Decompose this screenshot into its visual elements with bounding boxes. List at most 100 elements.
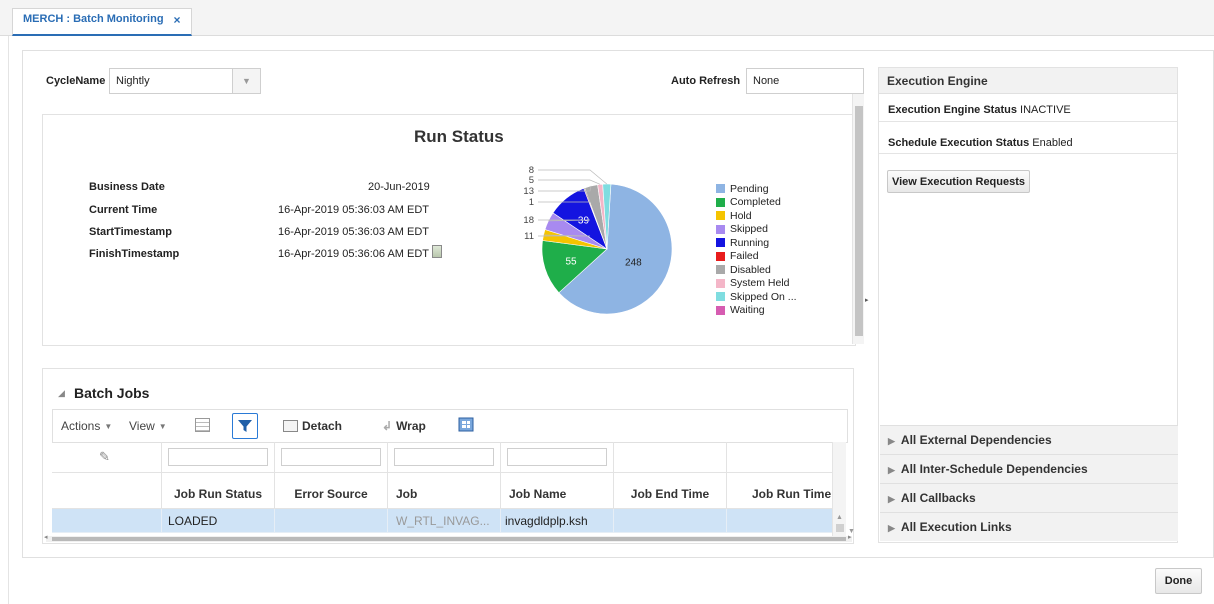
expand-triangle-icon: ▶ (888, 494, 895, 504)
expand-triangle-icon: ▶ (888, 465, 895, 475)
filter-button[interactable] (232, 413, 258, 439)
batch-jobs-title: Batch Jobs (74, 385, 150, 401)
filter-cell (275, 442, 388, 473)
execution-engine-title: Execution Engine (879, 68, 1177, 94)
tab-batch-monitoring[interactable]: MERCH : Batch Monitoring × (12, 8, 192, 36)
freeze-icon[interactable] (195, 418, 210, 432)
left-divider (8, 36, 9, 604)
main-scroll-thumb[interactable] (855, 106, 863, 336)
finish-timestamp-label: FinishTimestamp (89, 248, 180, 260)
start-timestamp-label: StartTimestamp (89, 226, 172, 238)
legend-item-failed: Failed (716, 250, 797, 264)
legend-item-skipped-on: Skipped On ... (716, 290, 797, 304)
table-vertical-scrollbar[interactable]: ▲ (832, 442, 846, 536)
column-header-job-run-time[interactable]: Job Run Time (727, 473, 840, 509)
chevron-down-icon: ▼ (158, 421, 167, 431)
section-all-external-dependencies[interactable]: ▶ All External Dependencies (880, 425, 1178, 454)
filter-cell (388, 442, 501, 473)
run-status-title: Run Status (414, 127, 504, 146)
legend-swatch (716, 197, 725, 207)
column-header-job[interactable]: Job (388, 473, 501, 509)
cell-error-source (275, 509, 388, 533)
filter-job-input[interactable] (394, 448, 494, 466)
filter-cell (162, 442, 275, 473)
header-blank-cell (52, 473, 162, 509)
legend-label: Waiting (730, 304, 765, 317)
filter-cell (501, 442, 614, 473)
dropdown-arrow-icon[interactable]: ▼ (232, 69, 260, 93)
close-icon[interactable]: × (174, 13, 181, 27)
pie-leader-line (538, 179, 601, 185)
column-header-job-end-time[interactable]: Job End Time (614, 473, 727, 509)
cycle-name-select[interactable]: Nightly ▼ (109, 68, 261, 94)
detach-button[interactable]: Detach (283, 419, 342, 433)
legend-label: Completed (730, 196, 781, 209)
table-horizontal-scrollbar[interactable] (46, 536, 852, 542)
legend-swatch (716, 292, 725, 302)
filter-error-source-input[interactable] (281, 448, 381, 466)
cell-job-name: invagdldplp.ksh (501, 509, 614, 533)
legend-swatch (716, 251, 725, 261)
collapse-triangle-icon[interactable]: ◢ (58, 388, 65, 399)
legend-label: Skipped (730, 223, 768, 236)
section-all-inter-schedule-dependencies[interactable]: ▶ All Inter-Schedule Dependencies (880, 454, 1178, 483)
legend-label: Disabled (730, 263, 771, 276)
section-label: All Callbacks (900, 491, 976, 505)
table-hscroll-thumb[interactable] (52, 537, 846, 541)
legend-label: Pending (730, 182, 769, 195)
column-header-error-source[interactable]: Error Source (275, 473, 388, 509)
filter-job-name-input[interactable] (507, 448, 607, 466)
done-button[interactable]: Done (1155, 568, 1202, 594)
legend-swatch (716, 184, 725, 194)
engine-status-row: Execution Engine Status INACTIVE (888, 104, 1071, 116)
auto-refresh-select[interactable]: None (746, 68, 864, 94)
section-all-execution-links[interactable]: ▶ All Execution Links (880, 512, 1178, 541)
edit-column-cell: ✎ (52, 442, 162, 473)
cycle-name-value: Nightly (116, 75, 150, 87)
view-execution-requests-button[interactable]: View Execution Requests (887, 170, 1030, 193)
scroll-right-arrow-icon[interactable]: ▸ (848, 533, 852, 541)
column-header-job-name[interactable]: Job Name (501, 473, 614, 509)
start-timestamp-value: 16-Apr-2019 05:36:03 AM EDT (278, 226, 430, 238)
view-label: View (129, 419, 155, 433)
legend-label: Running (730, 236, 770, 249)
legend-item-hold: Hold (716, 209, 797, 223)
cycle-name-label: CycleName (46, 75, 106, 87)
filter-cell (614, 442, 727, 473)
edit-pencil-icon[interactable]: ✎ (99, 449, 110, 465)
row-select-cell[interactable] (52, 509, 162, 533)
table-row[interactable]: LOADED W_RTL_INVAG... invagdldplp.ksh (52, 509, 840, 533)
scroll-left-arrow-icon[interactable]: ◂ (44, 533, 48, 541)
auto-refresh-value: None (753, 75, 780, 87)
scroll-up-arrow-icon[interactable]: ▲ (836, 514, 843, 521)
view-menu[interactable]: View ▼ (129, 419, 167, 433)
schedule-status-value: Enabled (1032, 137, 1073, 149)
filter-job-run-status-input[interactable] (168, 448, 268, 466)
legend-swatch (716, 305, 725, 315)
pie-outside-label: 18 (523, 215, 534, 226)
calendar-icon[interactable] (432, 245, 442, 258)
detach-icon (283, 420, 298, 432)
filter-icon (238, 420, 252, 432)
chevron-down-icon: ▼ (104, 421, 113, 431)
cell-job-run-time (727, 509, 840, 533)
pie-leader-line (538, 169, 608, 185)
pie-slice-label: 39 (578, 216, 590, 227)
column-header-job-run-status[interactable]: Job Run Status (162, 473, 275, 509)
actions-menu[interactable]: Actions ▼ (61, 419, 112, 433)
freeze-columns-icon[interactable] (458, 417, 474, 432)
section-all-callbacks[interactable]: ▶ All Callbacks (880, 483, 1178, 512)
legend-item-pending: Pending (716, 182, 797, 196)
splitter-arrow-icon[interactable]: ▸ (865, 296, 869, 304)
pie-legend: Pending Completed Hold Skipped Running Failed… (716, 182, 797, 317)
legend-item-waiting: Waiting (716, 304, 797, 318)
expand-triangle-icon: ▶ (888, 436, 895, 446)
legend-label: Hold (730, 209, 752, 222)
cell-job-end-time (614, 509, 727, 533)
legend-label: System Held (730, 277, 790, 290)
table-scroll-thumb[interactable] (836, 524, 844, 532)
auto-refresh-label: Auto Refresh (671, 75, 741, 87)
filter-cell (727, 442, 840, 473)
main-vertical-scrollbar[interactable] (852, 94, 864, 344)
wrap-button[interactable]: ↲ Wrap (382, 419, 426, 433)
